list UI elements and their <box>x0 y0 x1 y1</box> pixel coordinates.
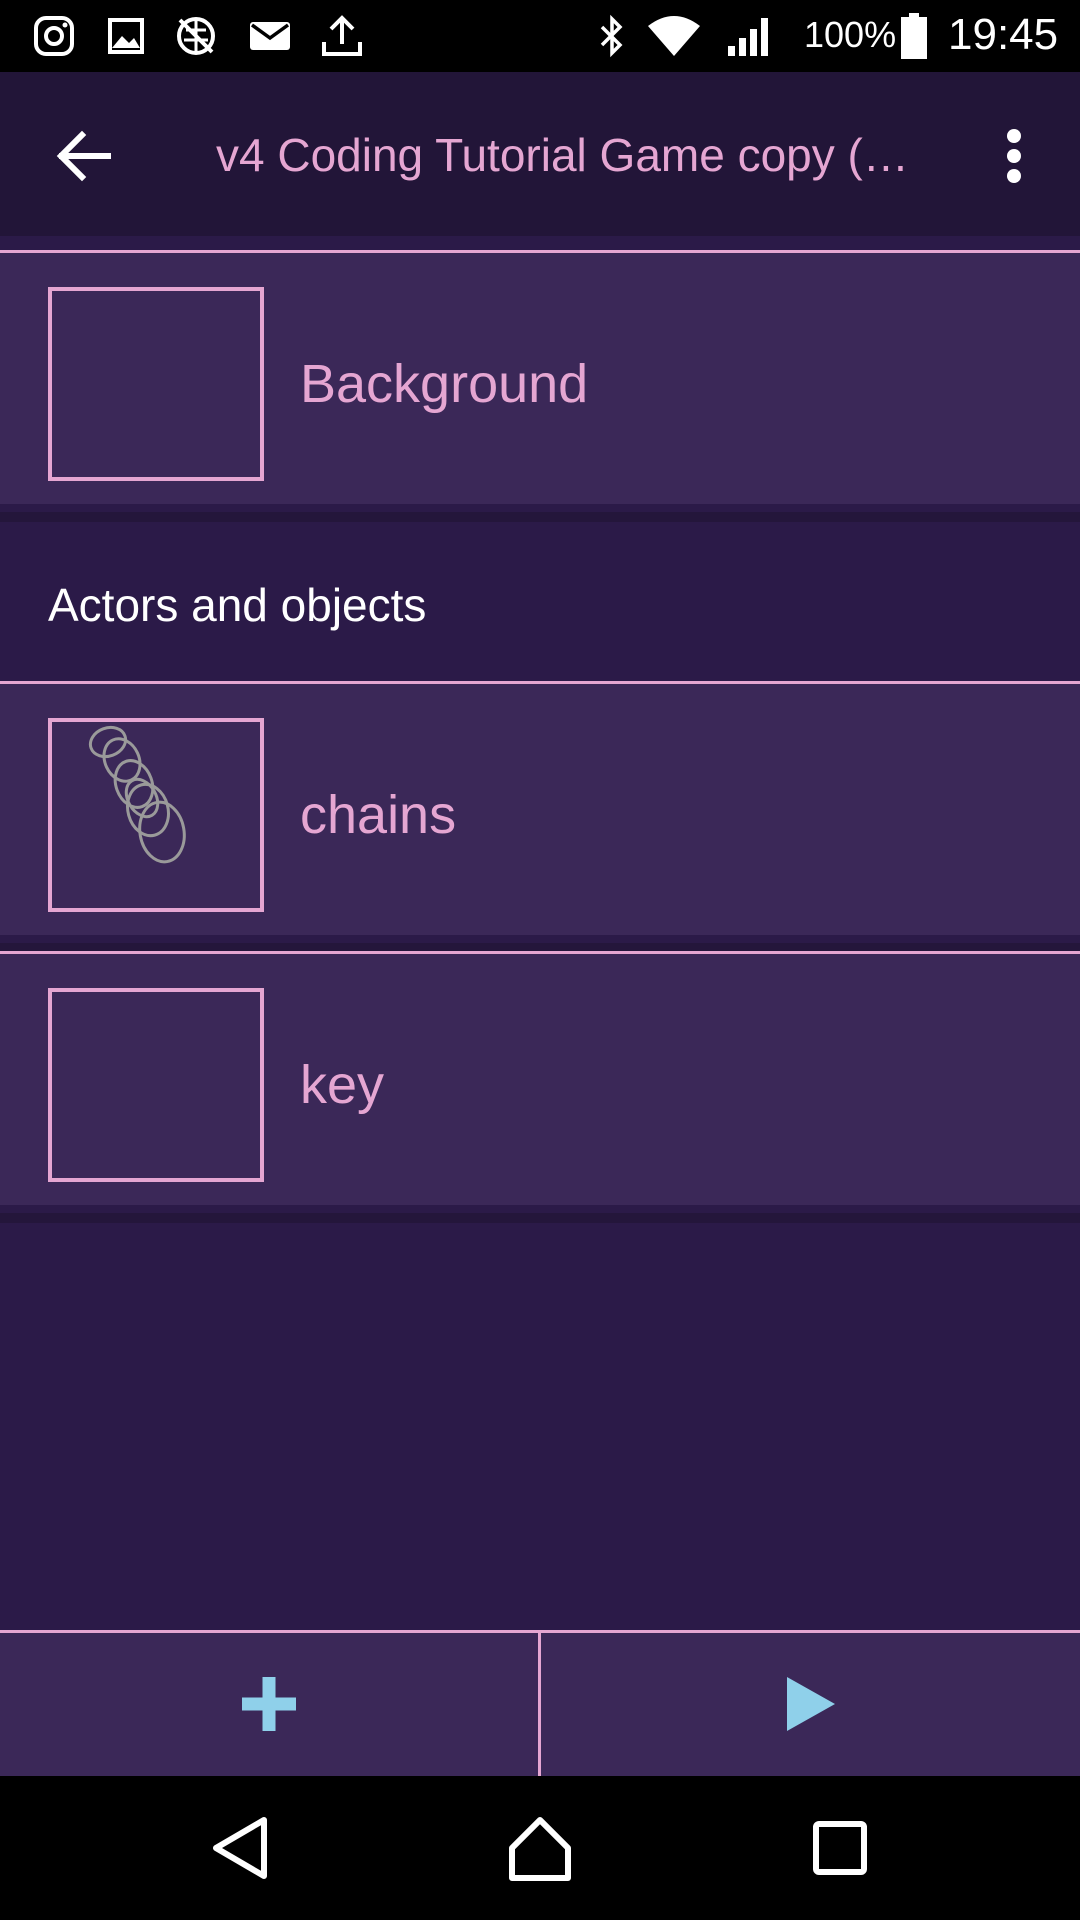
divider <box>0 512 1080 522</box>
background-item[interactable]: Background <box>0 250 1080 504</box>
bottom-action-bar <box>0 1630 1080 1776</box>
actor-item-key[interactable]: key <box>0 951 1080 1205</box>
home-icon[interactable] <box>498 1806 582 1890</box>
back-triangle-icon[interactable] <box>200 1806 284 1890</box>
actor-item-chains[interactable]: chains <box>0 681 1080 935</box>
play-icon <box>787 1677 835 1731</box>
mail-icon <box>250 22 290 50</box>
upload-icon <box>322 15 362 56</box>
background-label: Background <box>300 354 589 414</box>
background-thumbnail <box>48 287 264 481</box>
battery-icon <box>901 13 927 59</box>
clock: 19:45 <box>948 10 1059 59</box>
recents-icon[interactable] <box>798 1806 882 1890</box>
instagram-icon <box>34 16 74 56</box>
actor-label-key: key <box>300 1055 385 1115</box>
page-title: v4 Coding Tutorial Game copy (… <box>216 129 909 181</box>
back-arrow-icon[interactable] <box>44 116 124 196</box>
chains-thumbnail <box>48 718 264 912</box>
divider <box>0 1213 1080 1223</box>
no-sync-icon <box>177 17 215 55</box>
section-header: Actors and objects <box>48 579 427 631</box>
bluetooth-icon <box>600 14 623 58</box>
app-bar: v4 Coding Tutorial Game copy (… <box>0 72 1080 236</box>
wifi-icon <box>648 16 700 56</box>
status-bar: 100% 19:45 <box>0 0 1080 72</box>
chains-sprite-icon <box>88 725 186 864</box>
system-nav-bar <box>0 1776 1080 1920</box>
plus-icon <box>242 1677 296 1731</box>
actor-label-chains: chains <box>300 785 457 845</box>
add-button[interactable] <box>0 1633 539 1776</box>
more-vert-icon[interactable] <box>992 122 1036 202</box>
key-thumbnail <box>48 988 264 1182</box>
battery-percentage: 100% <box>804 14 897 55</box>
play-button[interactable] <box>541 1633 1080 1776</box>
signal-icon <box>728 18 768 56</box>
image-icon <box>108 18 144 54</box>
